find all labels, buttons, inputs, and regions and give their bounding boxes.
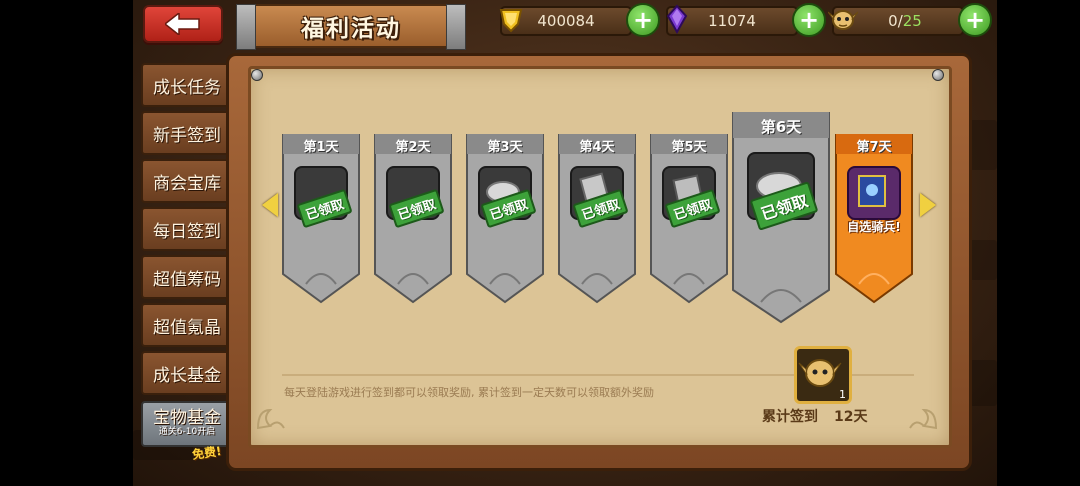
sidebar-item-label: 宝物基金 — [153, 408, 221, 429]
sidebar-item-label: 成长任务 — [153, 77, 221, 98]
checkin-hint: 每天登陆游戏进行签到都可以领取奖励, 累计签到一定天数可以领取额外奖励 — [284, 386, 654, 399]
sidebar-item-label: 超值筹码 — [153, 269, 221, 290]
sidebar-item-newbie-checkin[interactable]: 新手签到 — [141, 111, 233, 155]
sidebar-item-guild-vault[interactable]: 商会宝库 — [141, 159, 233, 203]
add-crystal-button[interactable]: + — [792, 3, 826, 37]
reward-caption: 自选骑兵! — [847, 220, 901, 234]
sidebar-item-label: 成长基金 — [153, 365, 221, 386]
day-6-banner[interactable]: 第6天 已领取 — [731, 112, 831, 324]
day-label: 第4天 — [579, 140, 615, 155]
corner-ornament-icon — [256, 408, 285, 430]
sidebar-item-label: 超值氪晶 — [153, 317, 221, 338]
back-arrow-icon — [165, 13, 200, 35]
sidebar-item-label: 商会宝库 — [153, 173, 221, 194]
sidebar-item-label: 新手签到 — [153, 125, 221, 146]
goblin-face-icon — [828, 10, 858, 30]
prev-arrow-icon[interactable] — [262, 193, 278, 217]
day-label: 第7天 — [856, 140, 892, 155]
next-arrow-icon[interactable] — [920, 193, 936, 217]
sidebar-item-label: 每日签到 — [153, 221, 221, 242]
gold-shield-icon — [499, 9, 523, 33]
rivet — [251, 69, 263, 81]
reward-count: 1 — [839, 388, 846, 401]
purple-crystal-icon — [666, 4, 688, 34]
accumulate-label: 累计签到 — [762, 409, 818, 425]
accumulate-reward-button[interactable]: 1 — [794, 346, 852, 404]
day-2-banner[interactable]: 第2天 已领取 — [373, 134, 453, 304]
crystal-value: 11074 — [708, 12, 756, 30]
day-label: 第6天 — [760, 118, 802, 136]
add-population-button[interactable]: + — [958, 3, 992, 37]
day-4-banner[interactable]: 第4天 已领取 — [557, 134, 637, 304]
day-1-banner[interactable]: 第1天 已领取 — [281, 134, 361, 304]
gold-value: 400084 — [537, 12, 595, 30]
sidebar-item-treasure-fund[interactable]: 宝物基金 通关6-10开启 — [141, 401, 233, 447]
rivet — [932, 69, 944, 81]
day-label: 第3天 — [487, 140, 523, 155]
day-label: 第2天 — [395, 140, 431, 155]
sidebar-item-growth-tasks[interactable]: 成长任务 — [141, 63, 233, 107]
day-label: 第5天 — [671, 140, 707, 155]
plank-cap-right — [446, 4, 466, 50]
sidebar-item-value-crystals[interactable]: 超值氪晶 — [141, 303, 233, 347]
corner-ornament-icon — [909, 408, 938, 430]
day-7-banner[interactable]: 第7天 自选骑兵! — [834, 134, 914, 304]
knight-card-icon — [847, 166, 901, 220]
population-value: 0/25 — [888, 12, 922, 30]
title-plank: 福利活动 — [236, 4, 466, 50]
goblin-face-icon — [798, 359, 842, 387]
back-button[interactable] — [143, 5, 223, 43]
population-counter: 0/25 — [828, 6, 964, 36]
unlock-condition: 通关6-10开启 — [158, 427, 216, 438]
crystal-counter: 11074 — [666, 4, 798, 36]
page-title: 福利活动 — [301, 16, 401, 42]
gold-counter: 400084 — [499, 6, 632, 36]
sidebar-item-value-chips[interactable]: 超值筹码 — [141, 255, 233, 299]
population-current: 0 — [888, 12, 898, 30]
day-3-banner[interactable]: 第3天 已领取 — [465, 134, 545, 304]
sidebar-item-growth-fund[interactable]: 成长基金 — [141, 351, 233, 395]
population-max: 25 — [902, 12, 922, 30]
sidebar-item-daily-checkin[interactable]: 每日签到 — [141, 207, 233, 251]
accumulate-days: 12天 — [834, 409, 868, 425]
day-label: 第1天 — [303, 140, 339, 155]
day-5-banner[interactable]: 第5天 已领取 — [649, 134, 729, 304]
plank-cap-left — [236, 4, 256, 50]
add-gold-button[interactable]: + — [626, 3, 660, 37]
